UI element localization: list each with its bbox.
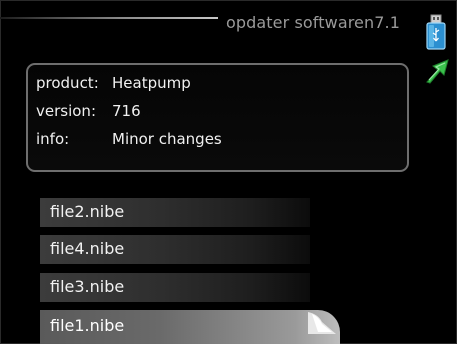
info-value: Minor changes xyxy=(112,130,222,148)
selection-marker-icon xyxy=(308,312,336,334)
file-info-panel: product: Heatpump version: 716 info: Minor … xyxy=(26,63,409,172)
page-title: opdater softwaren7.1 xyxy=(226,13,400,32)
info-key: info: xyxy=(36,130,70,148)
file-list-item[interactable]: file2.nibe xyxy=(40,198,310,227)
info-row-info: info: Minor changes xyxy=(36,130,222,148)
product-key: product: xyxy=(36,74,99,92)
file-list-item[interactable]: file4.nibe xyxy=(40,235,310,264)
info-row-product: product: Heatpump xyxy=(36,74,191,92)
product-value: Heatpump xyxy=(112,74,191,92)
title-rule xyxy=(0,17,218,19)
info-row-version: version: 716 xyxy=(36,102,141,120)
file-list-item[interactable]: file3.nibe xyxy=(40,273,310,302)
usb-stick-icon[interactable] xyxy=(425,14,447,50)
back-arrow-icon[interactable] xyxy=(424,58,450,84)
file-name: file3.nibe xyxy=(50,277,125,296)
version-key: version: xyxy=(36,102,96,120)
file-name: file4.nibe xyxy=(50,239,125,258)
version-value: 716 xyxy=(112,102,141,120)
file-name: file2.nibe xyxy=(50,202,125,221)
file-list-item-selected[interactable]: file1.nibe xyxy=(40,310,340,344)
file-name: file1.nibe xyxy=(50,316,125,335)
